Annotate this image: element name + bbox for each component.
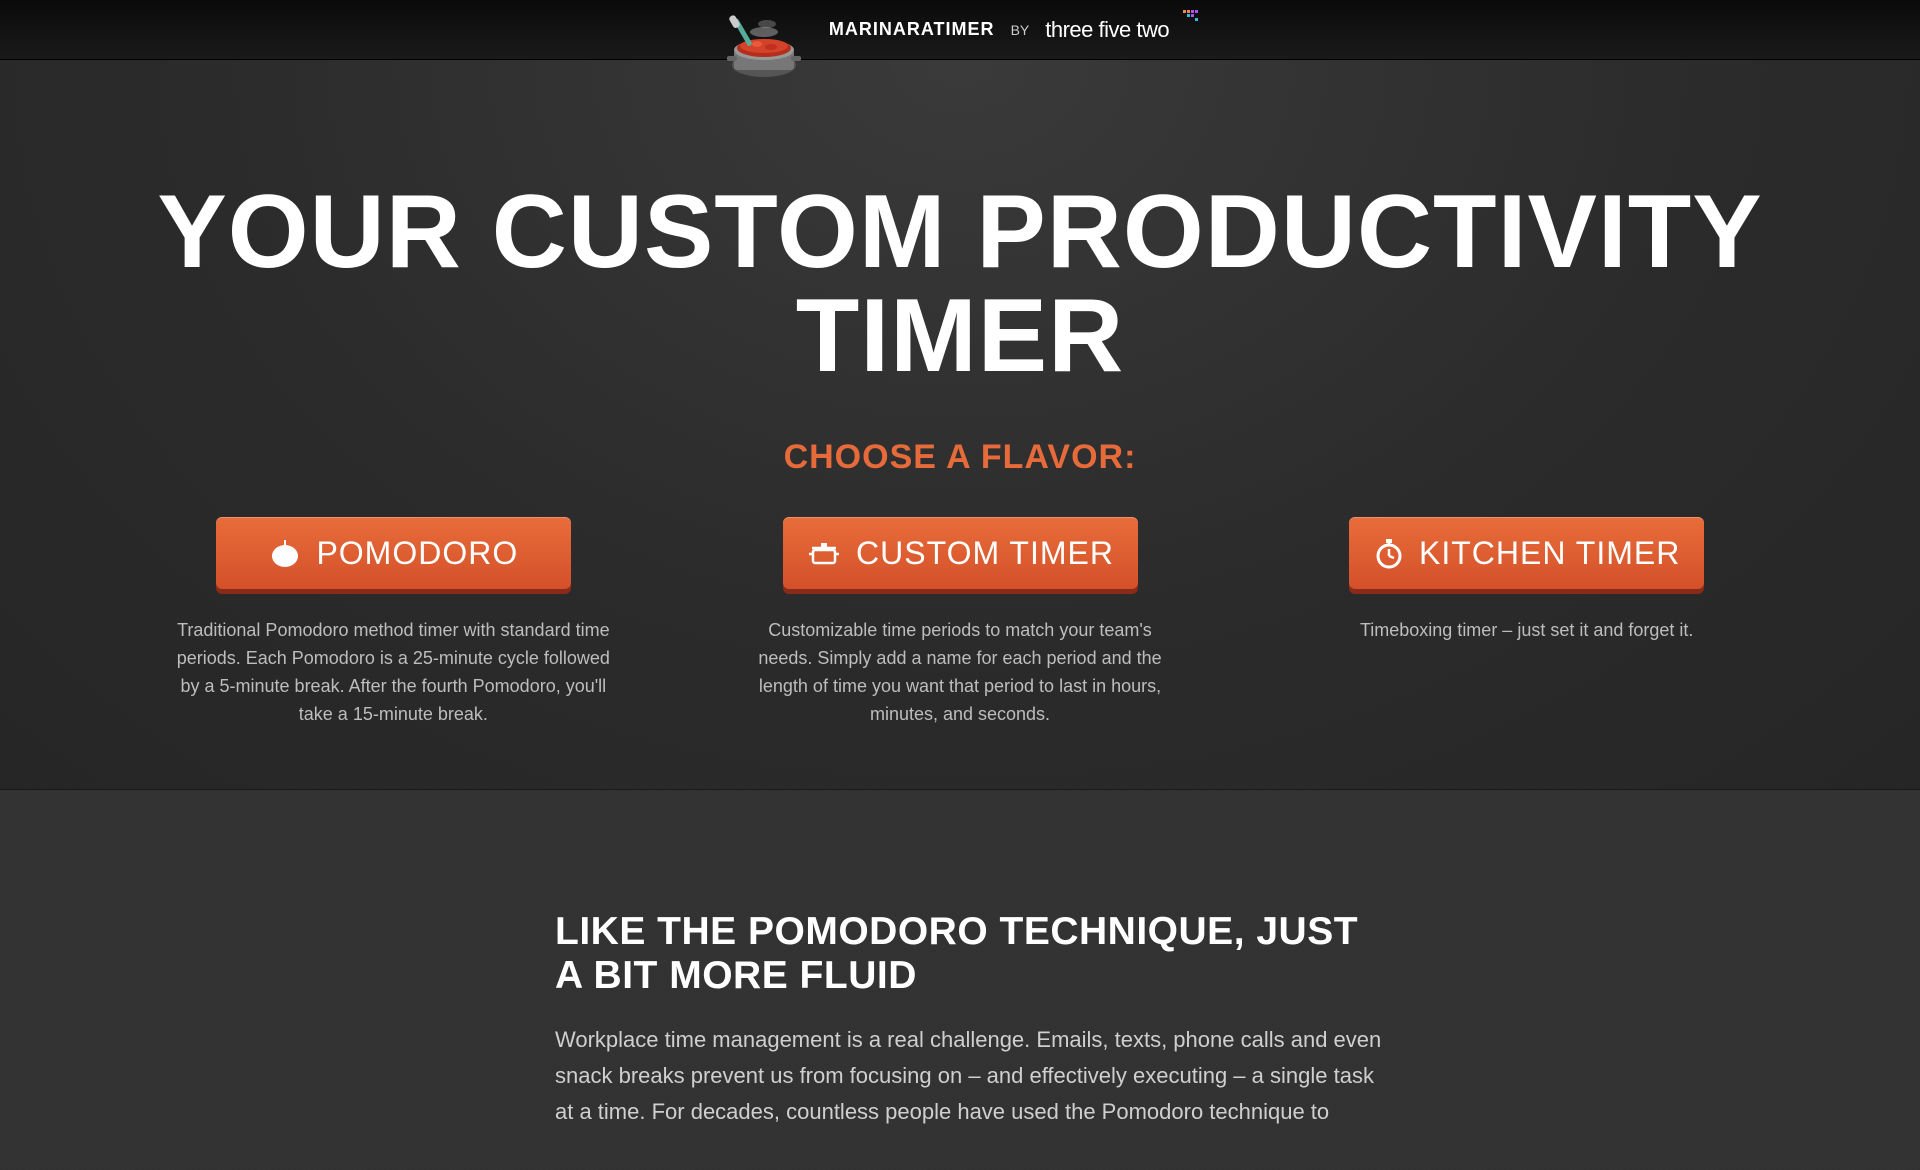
brand-logo[interactable]: MARINARATIMER BY three five two (719, 0, 1201, 70)
custom-timer-button[interactable]: CUSTOM TIMER (783, 517, 1138, 589)
pomodoro-button[interactable]: POMODORO (216, 517, 571, 589)
brand-by-text: BY (1011, 22, 1030, 38)
page-subtitle: CHOOSE A FLAVOR: (0, 438, 1920, 477)
kitchen-timer-button[interactable]: KITCHEN TIMER (1349, 517, 1704, 589)
custom-timer-description: Customizable time periods to match your … (742, 617, 1179, 729)
flavor-custom: CUSTOM TIMER Customizable time periods t… (742, 517, 1179, 729)
marinara-pot-icon (719, 10, 809, 90)
flavor-pomodoro: POMODORO Traditional Pomodoro method tim… (175, 517, 612, 729)
article-section: LIKE THE POMODORO TECHNIQUE, JUST A BIT … (0, 790, 1920, 1170)
tomato-icon (268, 536, 302, 570)
hero-section: YOUR CUSTOM PRODUCTIVITY TIMER CHOOSE A … (0, 60, 1920, 790)
stopwatch-icon (1373, 536, 1405, 570)
article-content: LIKE THE POMODORO TECHNIQUE, JUST A BIT … (525, 910, 1395, 1131)
flavor-kitchen: KITCHEN TIMER Timeboxing timer – just se… (1308, 517, 1745, 729)
pomodoro-description: Traditional Pomodoro method timer with s… (175, 617, 612, 729)
top-bar: MARINARATIMER BY three five two (0, 0, 1920, 60)
custom-timer-button-label: CUSTOM TIMER (856, 535, 1114, 572)
pot-icon (806, 536, 842, 570)
kitchen-timer-description: Timeboxing timer – just set it and forge… (1308, 617, 1745, 645)
brand-name: MARINARATIMER (829, 19, 995, 40)
flavor-row: POMODORO Traditional Pomodoro method tim… (175, 517, 1745, 729)
page-title: YOUR CUSTOM PRODUCTIVITY TIMER (0, 180, 1920, 388)
brand-company: three five two (1045, 17, 1169, 43)
kitchen-timer-button-label: KITCHEN TIMER (1419, 535, 1680, 572)
article-title: LIKE THE POMODORO TECHNIQUE, JUST A BIT … (555, 910, 1395, 998)
brand-dots-icon (1183, 10, 1201, 33)
article-body: Workplace time management is a real chal… (555, 1022, 1395, 1131)
pomodoro-button-label: POMODORO (316, 535, 518, 572)
